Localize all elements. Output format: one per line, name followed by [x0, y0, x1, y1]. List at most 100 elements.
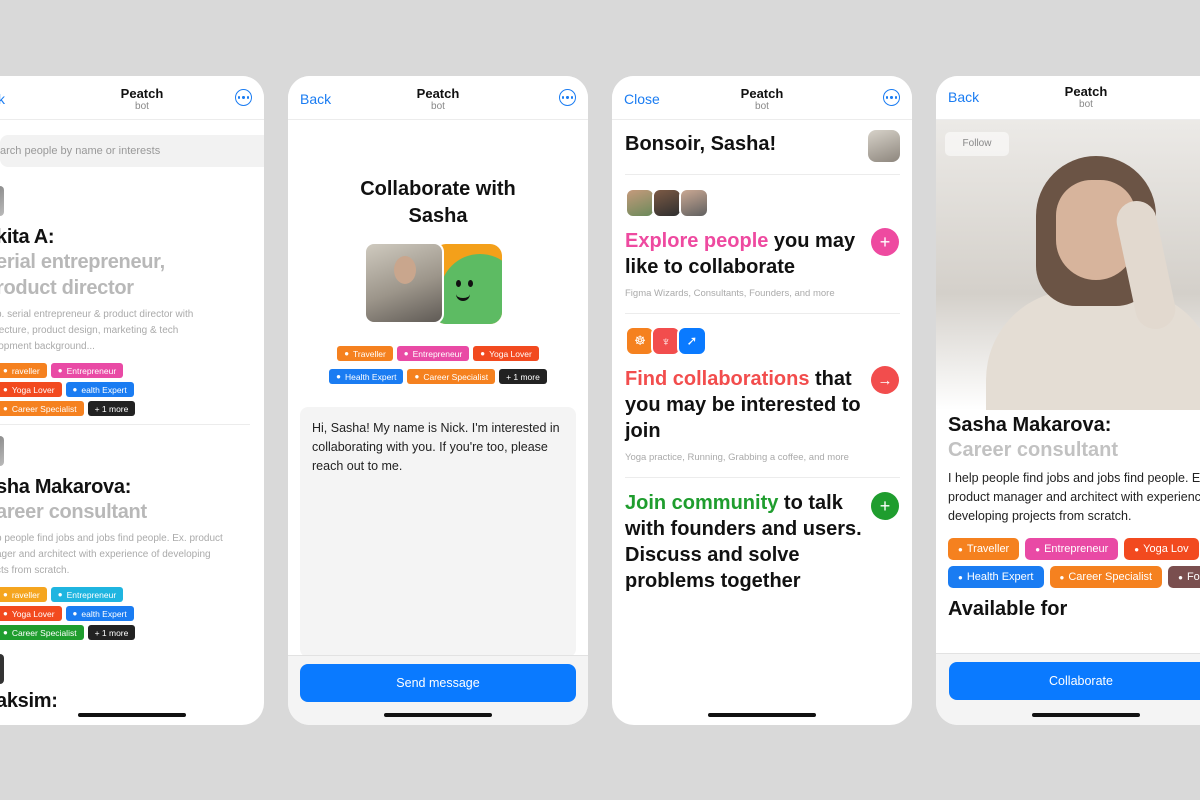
- top-bar: Back Peatch bot: [936, 76, 1200, 120]
- interest-tag[interactable]: ● Traveller: [948, 538, 1020, 560]
- plus-icon[interactable]: +: [871, 228, 899, 256]
- avatar: [0, 436, 4, 466]
- interest-tag[interactable]: ● Entrepreneur: [50, 587, 124, 602]
- search-input[interactable]: arch people by name or interests: [0, 135, 264, 167]
- interest-tag[interactable]: ● Career Specialist: [1049, 566, 1163, 588]
- more-icon[interactable]: [559, 89, 576, 106]
- interest-tag[interactable]: ● Career Specialist: [0, 401, 84, 416]
- bot-title: Peatch: [120, 86, 164, 101]
- follow-button[interactable]: Follow: [945, 132, 1009, 156]
- bot-subtitle: bot: [431, 101, 445, 112]
- smiley-avatar-icon: [434, 244, 502, 324]
- interest-tag[interactable]: ● Yoga Lover: [473, 346, 539, 361]
- interest-tag[interactable]: ● raveller: [0, 363, 47, 378]
- avatar[interactable]: [868, 130, 900, 162]
- tag-icon: ●: [3, 366, 8, 375]
- tag-list: ● Traveller ● Entrepreneur ● Yoga Lov ● Health …: [948, 538, 1200, 588]
- more-icon[interactable]: [883, 89, 900, 106]
- bot-title: Peatch: [740, 86, 784, 101]
- tag-icon: ●: [1059, 572, 1065, 582]
- profile-name: Sasha Makarova:: [948, 414, 1112, 436]
- tag-list: ● raveller ● Entrepreneur ● Yoga Lover ● ealth …: [0, 587, 186, 640]
- collab-images: [364, 242, 514, 326]
- tag-icon: ●: [72, 609, 78, 618]
- tag-icon: ●: [3, 385, 8, 394]
- section-note: Figma Wizards, Consultants, Founders, an…: [625, 288, 835, 299]
- bot-subtitle: bot: [755, 101, 769, 112]
- tag-icon: ●: [57, 590, 63, 599]
- section-note: Yoga practice, Running, Grabbing a coffe…: [625, 452, 849, 463]
- top-bar: Close Peatch bot: [612, 76, 912, 120]
- interest-tag[interactable]: + 1 more: [499, 369, 547, 384]
- tag-icon: ●: [1178, 572, 1183, 582]
- profile-body: Sasha Makarova: Career consultant I help…: [948, 414, 1200, 621]
- interest-tag[interactable]: ● ealth Expert: [65, 382, 134, 397]
- section-heading: Join community to talk with founders and…: [625, 492, 862, 592]
- interest-tag[interactable]: ● Entrepreneur: [396, 346, 470, 361]
- interest-tag[interactable]: ● Traveller: [337, 346, 393, 361]
- screen-profile: Back Peatch bot Follow Sasha Makarova: C…: [936, 76, 1200, 725]
- send-message-button[interactable]: Send message: [300, 664, 576, 702]
- tag-icon: ●: [480, 349, 486, 358]
- page-title: Collaborate with Sasha: [360, 178, 516, 227]
- bot-title: Peatch: [416, 86, 460, 101]
- tag-icon: ●: [57, 366, 63, 375]
- tag-icon: ●: [336, 372, 341, 381]
- tag-list: ● Traveller ● Entrepreneur ● Yoga Lover: [312, 346, 564, 361]
- interest-tag[interactable]: ● Health Expert: [948, 566, 1044, 588]
- profile-description: p people find jobs and jobs find people.…: [0, 533, 223, 576]
- screen-search: k Peatch bot arch people by name or inte…: [0, 76, 264, 725]
- tag-icon: ●: [403, 349, 409, 358]
- profile-description: p. serial entrepreneur & product directo…: [0, 309, 194, 352]
- profile-role: areer consultant: [0, 501, 147, 523]
- profile-role: Career consultant: [948, 439, 1119, 461]
- bot-title: Peatch: [1064, 84, 1108, 99]
- screen-home: Close Peatch bot Bonsoir, Sasha! Explore…: [612, 76, 912, 725]
- interest-tag[interactable]: + 1 more: [87, 625, 136, 640]
- join-community-section[interactable]: Join community to talk with founders and…: [625, 480, 901, 594]
- profile-card[interactable]: aksim:: [0, 654, 256, 713]
- profile-photo: Follow: [936, 120, 1200, 410]
- face-avatar: [652, 188, 682, 218]
- plus-icon[interactable]: +: [871, 492, 899, 520]
- profile-card[interactable]: sha Makarova: areer consultant p people …: [0, 436, 256, 640]
- avatar: [0, 654, 4, 684]
- bot-subtitle: bot: [135, 101, 149, 112]
- running-icon: ➚: [677, 326, 707, 356]
- top-bar: Back Peatch bot: [288, 76, 588, 120]
- interest-tag[interactable]: ● ealth Expert: [65, 606, 134, 621]
- interest-tag[interactable]: ● raveller: [0, 587, 47, 602]
- more-icon[interactable]: [235, 89, 252, 106]
- interest-tag[interactable]: ● Career Specialist: [407, 369, 496, 384]
- arrow-right-icon[interactable]: →: [871, 366, 899, 394]
- explore-people-section[interactable]: Explore people you may like to collabora…: [625, 188, 901, 299]
- profile-role: roduct director: [0, 277, 134, 299]
- profile-name: kita A:: [0, 226, 55, 248]
- profile-name: aksim:: [0, 690, 58, 712]
- interest-tag[interactable]: ● Yoga Lover: [0, 606, 62, 621]
- interest-tag[interactable]: ● Entrepreneur: [50, 363, 124, 378]
- face-avatar: [679, 188, 709, 218]
- interest-tag[interactable]: ● Entrepreneur: [1025, 538, 1119, 560]
- interest-tag[interactable]: ●Foodie: [1168, 566, 1200, 588]
- interest-tag[interactable]: ● Yoga Lover: [0, 382, 62, 397]
- interest-tag[interactable]: ● Health Expert: [329, 369, 404, 384]
- tag-icon: ●: [1134, 544, 1140, 554]
- tag-icon: ●: [958, 544, 963, 554]
- tag-list: ● Health Expert ● Career Specialist + 1 more: [312, 369, 564, 384]
- interest-tag[interactable]: ● Career Specialist: [0, 625, 84, 640]
- profile-description: I help people find jobs and jobs find pe…: [948, 471, 1200, 523]
- tag-icon: ●: [3, 590, 8, 599]
- collaborate-button[interactable]: Collaborate: [949, 662, 1200, 700]
- tag-icon: ●: [72, 385, 78, 394]
- tag-icon: ●: [3, 609, 8, 618]
- profile-name: sha Makarova:: [0, 476, 132, 498]
- screen-collaborate: Back Peatch bot Collaborate with Sasha ●…: [288, 76, 588, 725]
- interest-tag[interactable]: + 1 more: [87, 401, 136, 416]
- message-input[interactable]: Hi, Sasha! My name is Nick. I'm interest…: [300, 407, 576, 657]
- find-collaborations-section[interactable]: ☸ ♆ ➚ Find collaborations that you may b…: [625, 326, 901, 463]
- tag-list: ● raveller ● Entrepreneur ● Yoga Lover ● ealth …: [0, 363, 186, 416]
- interest-tag[interactable]: ● Yoga Lov: [1124, 538, 1199, 560]
- section-heading: Find collaborations that you may be inte…: [625, 368, 861, 442]
- profile-card[interactable]: kita A: erial entrepreneur, roduct direc…: [0, 186, 256, 416]
